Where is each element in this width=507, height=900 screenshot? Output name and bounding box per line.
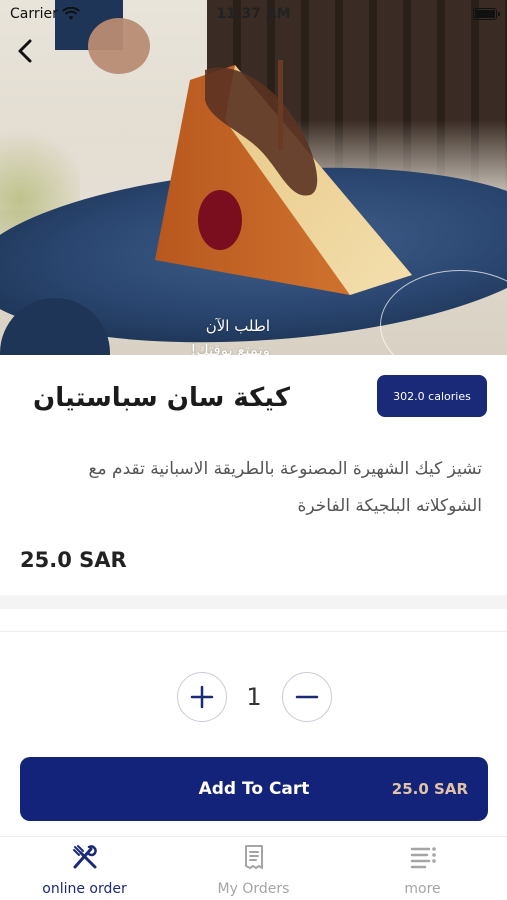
plus-icon — [190, 685, 214, 709]
hero-slogan: اطلب الآن وتمتع بوقتك! — [150, 314, 270, 355]
divider — [0, 595, 507, 609]
quantity-value: 1 — [246, 683, 262, 711]
battery-icon — [473, 8, 500, 20]
tab-my-orders[interactable]: My Orders — [169, 837, 338, 900]
minus-icon — [295, 695, 319, 699]
add-to-cart-button[interactable]: Add To Cart 25.0 SAR — [20, 757, 488, 821]
decrease-quantity-button[interactable] — [282, 672, 332, 722]
tab-bar: online order My Orders more — [0, 836, 507, 900]
tab-label: online order — [42, 881, 127, 897]
quantity-stepper: 1 — [0, 672, 507, 724]
tab-label: My Orders — [217, 881, 290, 897]
add-to-cart-price: 25.0 SAR — [391, 780, 468, 798]
product-hero-image: اطلب الآن وتمتع بوقتك! — [0, 0, 507, 355]
calories-badge: 302.0 calories — [377, 375, 487, 417]
status-bar: Carrier 11:37 AM — [0, 0, 507, 28]
utensils-icon — [71, 843, 99, 871]
product-description: تشيز كيك الشهيرة المصنوعة بالطريقة الاسب… — [88, 459, 483, 516]
cheesecake-slice — [155, 60, 412, 295]
increase-quantity-button[interactable] — [177, 672, 227, 722]
divider — [0, 631, 507, 632]
menu-icon — [409, 843, 437, 871]
wifi-icon — [62, 7, 80, 20]
carrier-label: Carrier — [10, 6, 58, 22]
slogan-line-1: اطلب الآن — [205, 317, 270, 335]
carrier: Carrier — [10, 6, 80, 22]
tab-more[interactable]: more — [338, 837, 507, 900]
back-button[interactable] — [8, 34, 42, 68]
tab-online-order[interactable]: online order — [0, 837, 169, 900]
tab-label: more — [404, 881, 441, 897]
product-price: 25.0 SAR — [20, 548, 127, 572]
slogan-line-2: وتمتع بوقتك! — [190, 341, 270, 355]
receipt-icon — [240, 843, 268, 871]
product-title: كيكة سان سباستيان — [33, 383, 290, 413]
chevron-left-icon — [18, 39, 32, 63]
